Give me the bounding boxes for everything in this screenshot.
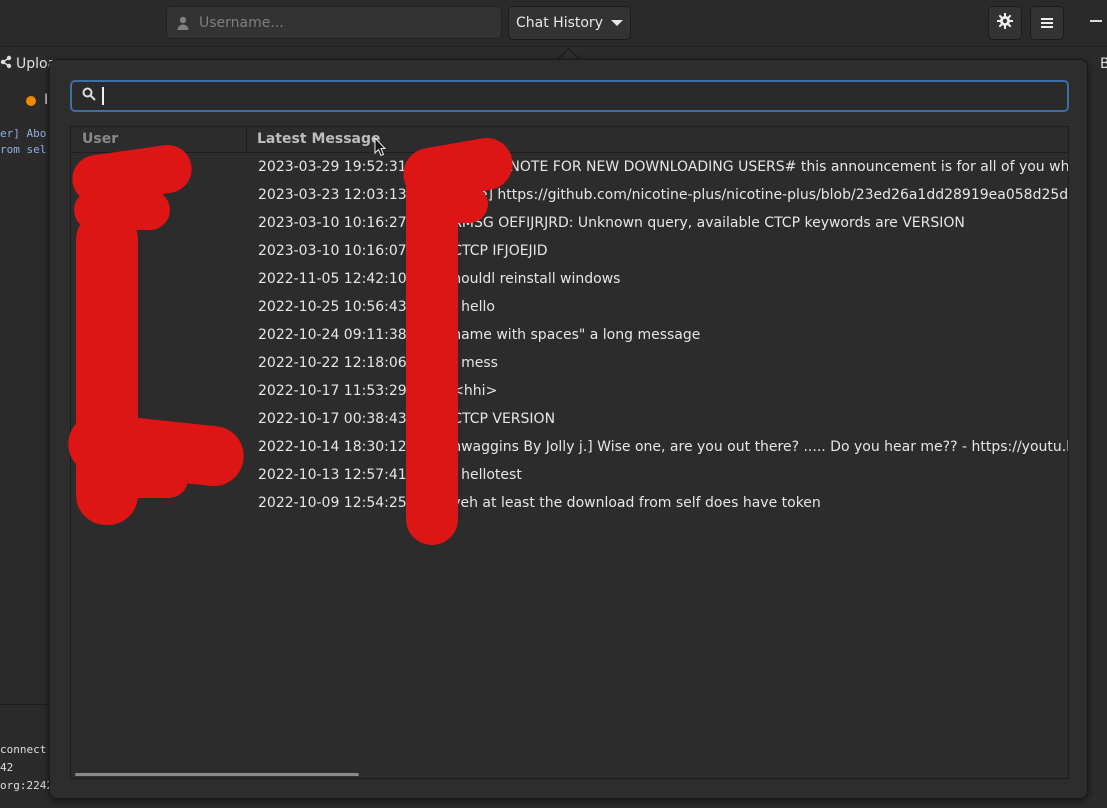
row-message: 2022-10-09 12:54:25 [ yeh at least the d…	[258, 495, 821, 511]
list-item[interactable]: 2023-03-23 12:03:13 [ e] https://github.…	[71, 181, 1068, 209]
row-message: 2023-03-10 10:16:27 [ RMSG OEFIJRJRD: Un…	[258, 215, 965, 231]
row-message: 2023-03-23 12:03:13 [ e] https://github.…	[258, 187, 1069, 203]
user-icon	[175, 15, 191, 31]
redaction-mark	[420, 185, 488, 223]
list-item[interactable]: 2022-10-09 12:54:25 [ yeh at least the d…	[71, 489, 1068, 517]
gear-icon	[996, 12, 1014, 34]
chat-history-label: Chat History	[516, 15, 603, 31]
log-line: 42	[0, 761, 14, 774]
list-item[interactable]: 2022-10-25 10:56:43 [ hello	[71, 293, 1068, 321]
uploads-tab[interactable]: Uploa	[0, 50, 56, 78]
row-message: 2022-10-24 09:11:38 [ name with spaces" …	[258, 327, 701, 343]
list-header: User Latest Message	[71, 127, 1068, 153]
log-line: er] Abo	[0, 127, 47, 140]
search-input[interactable]	[110, 87, 1067, 105]
column-header-latest-message[interactable]: Latest Message	[257, 127, 381, 152]
list-item[interactable]: 2023-03-10 10:16:07 [ CTCP IFJOEJID	[71, 237, 1068, 265]
header-bar: Chat History	[0, 0, 1107, 47]
horizontal-scrollbar[interactable]	[75, 773, 359, 776]
list-item[interactable]: 2022-10-17 11:53:29 [ <hhi>	[71, 377, 1068, 405]
log-view: er] Abo rom sel	[0, 126, 46, 158]
log-line: org:2242	[0, 779, 53, 792]
minimize-icon[interactable]	[1090, 20, 1102, 22]
right-tab-label: B	[1100, 56, 1107, 72]
row-message: 2022-10-14 18:30:12 [ hwaggins By Jolly …	[258, 439, 1069, 455]
status-label: I	[44, 92, 49, 108]
chevron-down-icon	[610, 20, 623, 26]
row-message: 2023-03-10 10:16:07 [ CTCP IFJOEJID	[258, 243, 548, 259]
row-message: 2022-10-22 12:18:06 [ mess	[258, 355, 498, 371]
status-log: connect 42 org:2242	[0, 741, 53, 795]
main-menu-button[interactable]	[1030, 6, 1064, 40]
search-icon	[82, 87, 96, 105]
list-item[interactable]: 2022-10-24 09:11:38 [ name with spaces" …	[71, 321, 1068, 349]
share-icon	[0, 55, 12, 73]
hamburger-menu-icon	[1040, 14, 1054, 33]
divider	[0, 704, 48, 705]
list-item[interactable]: 2022-10-22 12:18:06 [ mess	[71, 349, 1068, 377]
column-header-user[interactable]: User	[82, 127, 118, 152]
log-line: rom sel	[0, 143, 47, 156]
row-message: 2022-10-17 11:53:29 [ <hhi>	[258, 383, 498, 399]
column-separator[interactable]	[246, 127, 247, 152]
row-message: 2022-10-13 12:57:41 [ hellotest	[258, 467, 522, 483]
username-field[interactable]	[166, 6, 502, 39]
list-item[interactable]: 2023-03-10 10:16:27 [ RMSG OEFIJRJRD: Un…	[71, 209, 1068, 237]
search-field[interactable]	[70, 80, 1069, 112]
row-message: 2022-10-25 10:56:43 [ hello	[258, 299, 495, 315]
chat-history-button[interactable]: Chat History	[508, 6, 631, 40]
log-line: connect	[0, 743, 47, 756]
username-input[interactable]	[197, 13, 491, 32]
preferences-button[interactable]	[988, 6, 1022, 40]
list-item[interactable]: 2023-03-29 19:52:31 [ b] #NOTE FOR NEW D…	[71, 153, 1068, 181]
redaction-mark	[80, 460, 188, 498]
status-dot-icon	[26, 96, 36, 106]
mouse-pointer-icon	[374, 136, 387, 161]
list-item[interactable]: 2022-11-05 12:42:10 [ houldl reinstall w…	[71, 265, 1068, 293]
text-cursor	[102, 87, 104, 105]
